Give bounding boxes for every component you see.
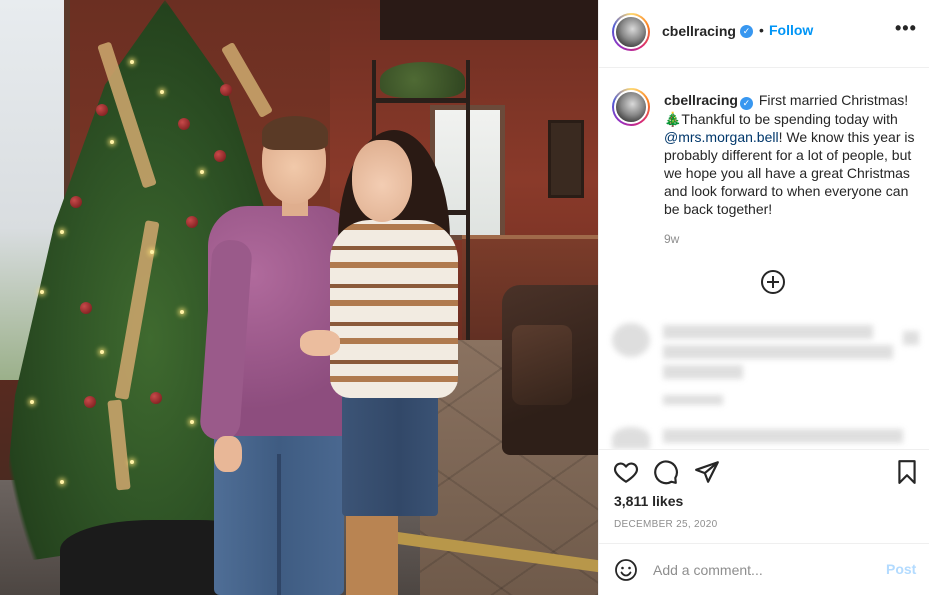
post-sidebar: cbellracing ✓ • Follow ••• cbellracing ✓ … — [598, 0, 929, 595]
ceiling — [380, 0, 598, 40]
plant — [380, 62, 465, 98]
caption-timestamp[interactable]: 9w — [664, 232, 679, 246]
caption-avatar[interactable] — [612, 88, 650, 126]
tree-light — [30, 400, 34, 404]
tree-light — [40, 290, 44, 294]
ornament — [70, 196, 82, 208]
ornament — [96, 104, 108, 116]
avatar[interactable] — [612, 13, 650, 51]
woman-sweater — [330, 220, 458, 398]
post-caption: cbellracing ✓ First married Christmas! 🎄T… — [664, 91, 926, 218]
post-date[interactable]: DECEMBER 25, 2020 — [614, 519, 717, 530]
tree-light — [60, 230, 64, 234]
post-actions: 3,811 likes DECEMBER 25, 2020 — [599, 449, 929, 543]
ornament — [150, 392, 162, 404]
tree-light — [180, 310, 184, 314]
post-header: cbellracing ✓ • Follow ••• — [599, 0, 929, 68]
follow-button[interactable]: Follow — [769, 22, 813, 38]
avatar-image — [614, 90, 648, 124]
comment-input[interactable] — [653, 558, 873, 582]
likes-count[interactable]: 3,811 likes — [614, 493, 683, 509]
tree-light — [100, 350, 104, 354]
blurred-comment-text — [663, 429, 903, 443]
leather-sofa — [502, 285, 598, 455]
tree-light — [150, 250, 154, 254]
avatar-image — [614, 15, 648, 49]
woman-face — [352, 140, 412, 222]
smiley-icon[interactable] — [614, 558, 638, 582]
heart-icon[interactable] — [613, 459, 639, 485]
blurred-like-icon — [903, 331, 919, 345]
verified-badge-icon: ✓ — [739, 97, 753, 110]
ornament — [214, 150, 226, 162]
verified-badge-icon: ✓ — [740, 25, 753, 38]
blurred-comment-text — [663, 345, 893, 359]
post-photo[interactable] — [0, 0, 598, 595]
paper-plane-icon[interactable] — [694, 459, 720, 485]
tree-light — [110, 140, 114, 144]
load-more-comments-icon[interactable] — [761, 270, 785, 294]
blurred-comment-avatar — [612, 323, 650, 357]
ornament — [220, 84, 232, 96]
caption-username[interactable]: cbellracing — [664, 92, 738, 108]
post-comment-button[interactable]: Post — [886, 561, 916, 577]
ornament — [84, 396, 96, 408]
tree-light — [130, 460, 134, 464]
tree-light — [200, 170, 204, 174]
ornament — [186, 216, 198, 228]
woman-boots — [346, 505, 398, 595]
man-hand — [214, 436, 242, 472]
wall-picture — [548, 120, 584, 198]
man-hair — [262, 116, 328, 150]
add-comment-bar: Post — [599, 543, 929, 595]
tree-light — [60, 480, 64, 484]
bookmark-icon[interactable] — [894, 459, 920, 485]
ornament — [178, 118, 190, 130]
header-username[interactable]: cbellracing — [662, 23, 736, 39]
woman-jeans — [342, 388, 438, 516]
blurred-comment-text — [663, 325, 873, 339]
tree-light — [130, 60, 134, 64]
ornament — [80, 302, 92, 314]
tree-light — [160, 90, 164, 94]
mention-link[interactable]: @mrs.morgan.bell — [664, 129, 779, 145]
comment-icon[interactable] — [653, 459, 679, 485]
more-options-icon[interactable]: ••• — [895, 18, 917, 39]
blurred-comment-text — [663, 365, 743, 379]
blurred-comment-meta — [663, 395, 723, 405]
separator-dot: • — [759, 22, 764, 38]
tree-light — [190, 420, 194, 424]
woman-hand — [300, 330, 340, 356]
comments-area[interactable]: cbellracing ✓ First married Christmas! 🎄T… — [599, 69, 929, 449]
blurred-comment-avatar — [612, 427, 650, 449]
